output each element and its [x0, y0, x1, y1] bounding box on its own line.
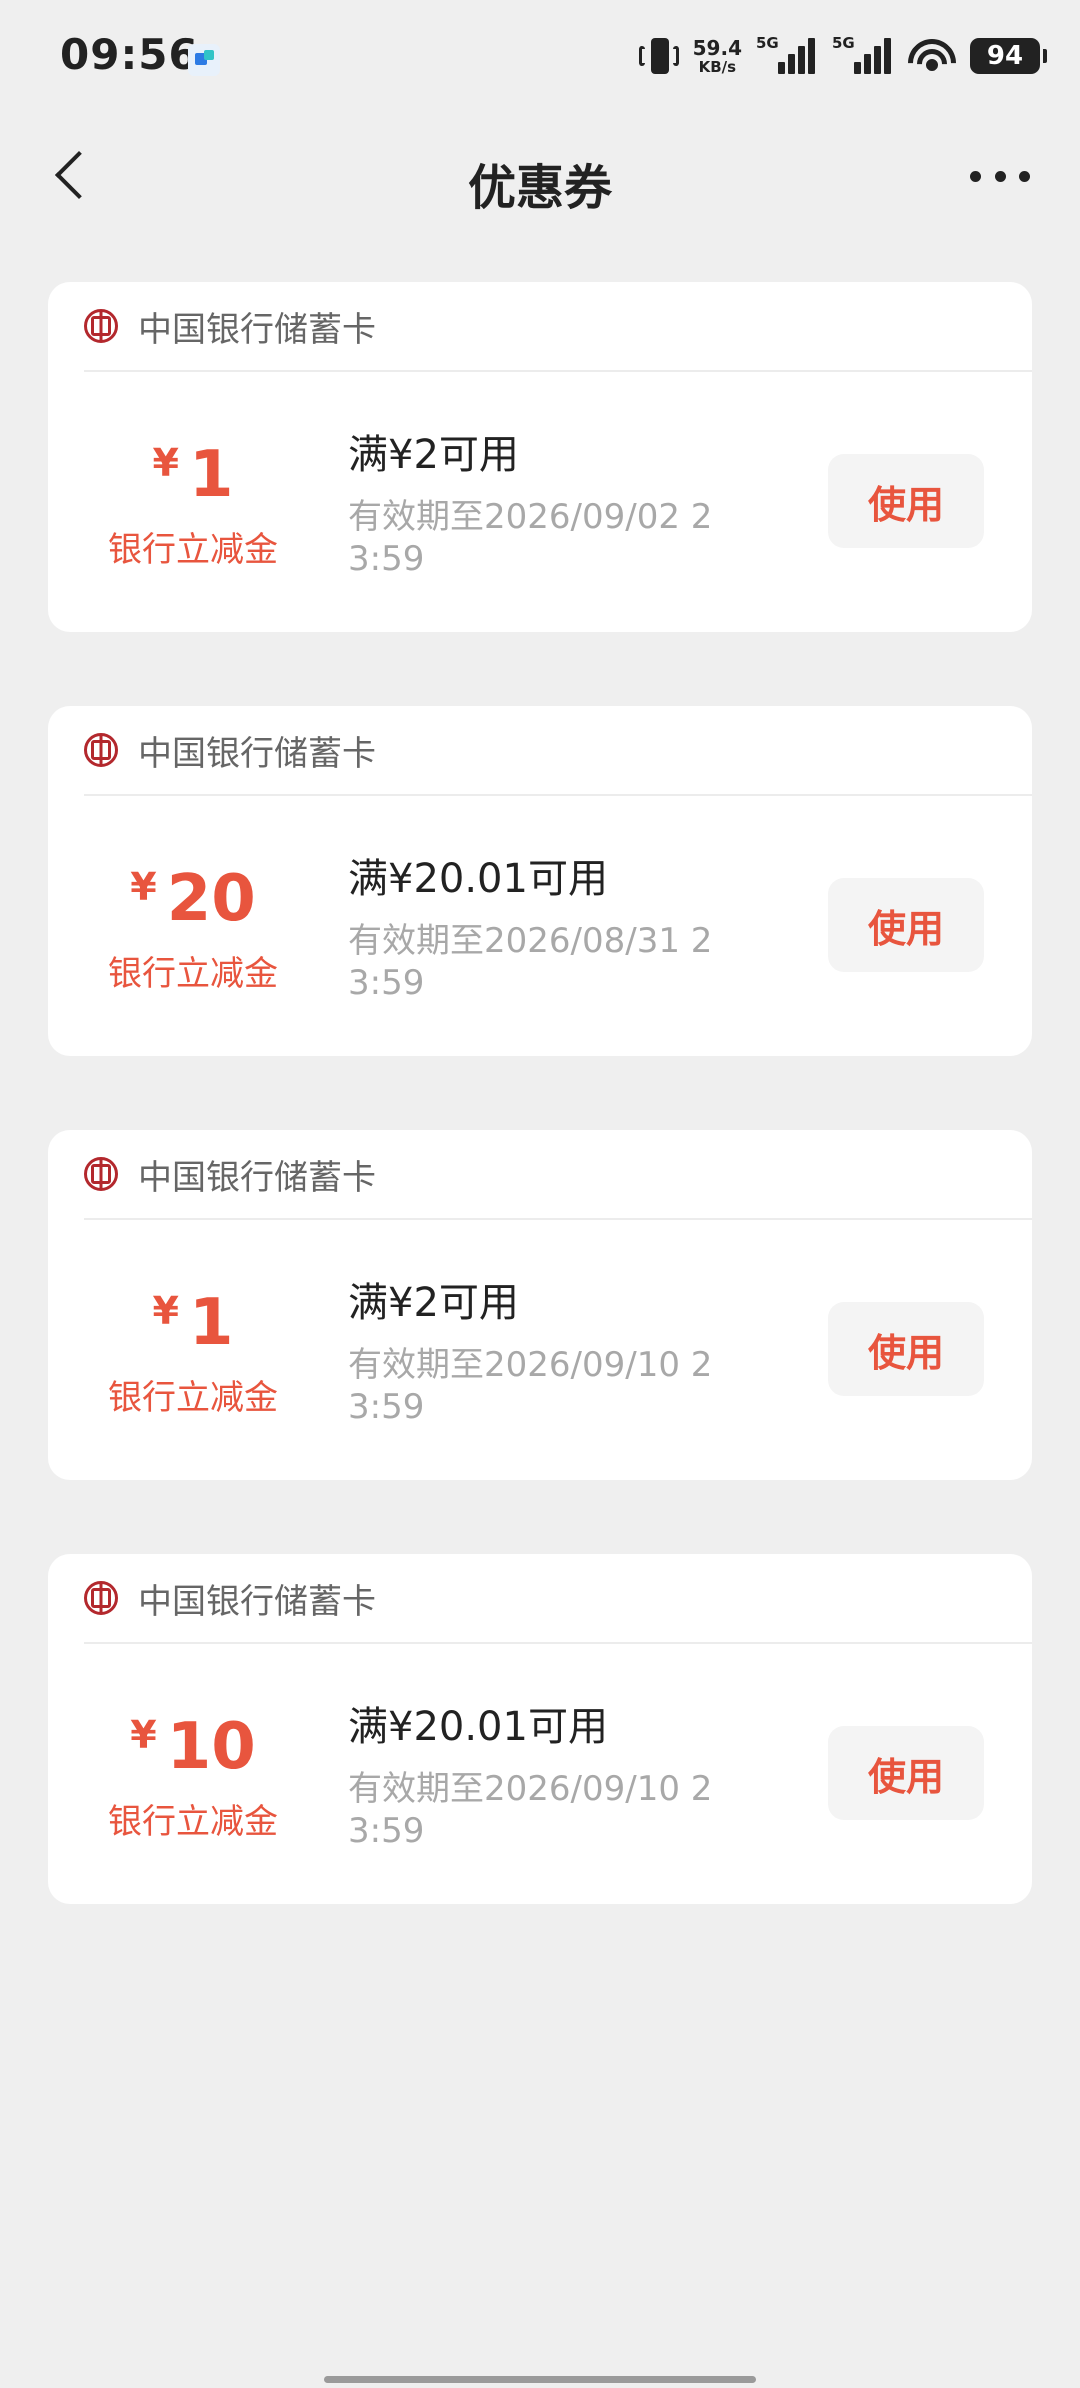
coupon-condition: 满¥20.01可用 — [348, 856, 608, 902]
bank-logo-icon — [84, 1581, 118, 1615]
coupon-validity: 有效期至2026/09/10 23:59 — [348, 1345, 713, 1427]
vibrate-icon — [638, 36, 679, 76]
signal-icon-2: 5G — [832, 34, 894, 76]
coupon-card: 中国银行储蓄卡 ¥20 银行立减金 满¥20.01可用 有效期至2026/08/… — [48, 706, 1032, 1056]
amount-label: 银行立减金 — [108, 954, 278, 994]
coupon-validity: 有效期至2026/09/02 23:59 — [348, 497, 713, 579]
coupon-amount: ¥1 — [48, 438, 338, 512]
amount-label: 银行立减金 — [108, 1802, 278, 1842]
bank-name: 中国银行储蓄卡 — [138, 309, 376, 350]
use-button[interactable]: 使用 — [828, 1726, 984, 1820]
network-speed: 59.4 KB/s — [693, 38, 742, 75]
coupon-card-header: 中国银行储蓄卡 — [84, 282, 1032, 372]
bank-logo-icon — [84, 733, 118, 767]
coupon-validity: 有效期至2026/08/31 23:59 — [348, 921, 713, 1003]
app-notification-icon — [188, 44, 220, 76]
coupon-card: 中国银行储蓄卡 ¥1 银行立减金 满¥2可用 有效期至2026/09/02 23… — [48, 282, 1032, 632]
amount-value: 1 — [188, 438, 234, 512]
bank-name: 中国银行储蓄卡 — [138, 733, 376, 774]
coupon-amount: ¥10 — [48, 1710, 338, 1784]
battery-icon: 94 — [970, 38, 1047, 74]
amount-label: 银行立减金 — [108, 1378, 278, 1418]
coupon-card: 中国银行储蓄卡 ¥1 银行立减金 满¥2可用 有效期至2026/09/10 23… — [48, 1130, 1032, 1480]
currency-symbol: ¥ — [130, 865, 157, 909]
amount-value: 1 — [188, 1286, 234, 1360]
network-speed-value: 59.4 — [692, 35, 742, 60]
coupon-card-header: 中国银行储蓄卡 — [84, 1554, 1032, 1644]
coupon-condition: 满¥2可用 — [348, 432, 519, 478]
wifi-icon — [908, 37, 956, 75]
currency-symbol: ¥ — [152, 441, 179, 485]
coupon-list: 中国银行储蓄卡 ¥1 银行立减金 满¥2可用 有效期至2026/09/02 23… — [48, 282, 1032, 1978]
bank-logo-icon — [84, 1157, 118, 1191]
use-button[interactable]: 使用 — [828, 1302, 984, 1396]
currency-symbol: ¥ — [130, 1713, 157, 1757]
coupon-condition: 满¥2可用 — [348, 1280, 519, 1326]
network-speed-unit: KB/s — [698, 57, 737, 76]
amount-label: 银行立减金 — [108, 530, 278, 570]
bank-name: 中国银行储蓄卡 — [138, 1581, 376, 1622]
amount-value: 20 — [166, 862, 256, 936]
amount-value: 10 — [166, 1710, 256, 1784]
coupon-card-header: 中国银行储蓄卡 — [84, 706, 1032, 796]
bank-name: 中国银行储蓄卡 — [138, 1157, 376, 1198]
page-title: 优惠券 — [467, 160, 612, 216]
coupon-card-header: 中国银行储蓄卡 — [84, 1130, 1032, 1220]
home-indicator[interactable] — [324, 2376, 756, 2383]
coupon-condition: 满¥20.01可用 — [348, 1704, 608, 1750]
coupon-validity: 有效期至2026/09/10 23:59 — [348, 1769, 713, 1851]
more-icon[interactable] — [970, 156, 1030, 196]
use-button[interactable]: 使用 — [828, 454, 984, 548]
currency-symbol: ¥ — [152, 1289, 179, 1333]
status-icons: 59.4 KB/s 5G 5G 94 — [638, 34, 1047, 78]
signal-label-1: 5G — [756, 34, 779, 52]
bank-logo-icon — [84, 309, 118, 343]
coupon-amount: ¥1 — [48, 1286, 338, 1360]
coupon-amount: ¥20 — [48, 862, 338, 936]
signal-icon-1: 5G — [756, 34, 818, 76]
nav-bar: 优惠券 — [0, 120, 1080, 240]
status-time: 09:56 — [60, 30, 199, 79]
signal-label-2: 5G — [832, 34, 855, 52]
coupon-card: 中国银行储蓄卡 ¥10 银行立减金 满¥20.01可用 有效期至2026/09/… — [48, 1554, 1032, 1904]
use-button[interactable]: 使用 — [828, 878, 984, 972]
status-bar: 09:56 59.4 KB/s 5G 5G 94 — [0, 0, 1080, 110]
